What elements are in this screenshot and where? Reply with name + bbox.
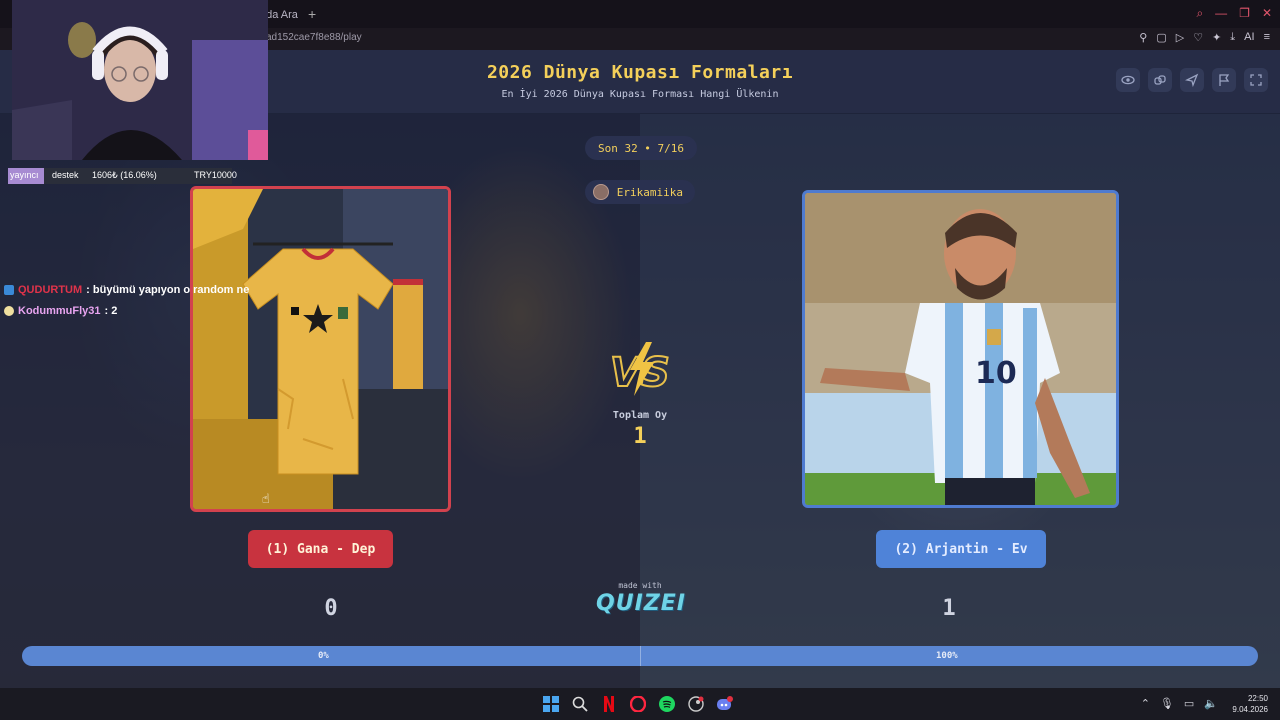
donation-goal-bar: yayıncı destek 1606₺ (16.06%) TRY10000	[8, 168, 237, 184]
option-card-left[interactable]	[190, 186, 451, 512]
snapshot-icon[interactable]: ▢	[1156, 31, 1166, 44]
flag-icon	[1219, 74, 1230, 86]
link-icon	[1154, 75, 1166, 85]
chevron-up-icon[interactable]: ⌃	[1141, 697, 1150, 710]
close-icon[interactable]: ✕	[1262, 6, 1272, 21]
chat-text: : 2	[104, 304, 118, 317]
chat-text: : büyümü yapıyon o random ne	[86, 283, 250, 296]
clock-time: 22:50	[1247, 694, 1268, 703]
vote-button-right[interactable]: (2) Arjantin - Ev	[876, 530, 1046, 568]
fullscreen-button[interactable]	[1244, 68, 1268, 92]
brand-logo[interactable]: QUIZEI	[586, 591, 696, 616]
browser-toolbar: ⚲ ▢ ▷ ♡ ✦ ⤓ AI ≡	[1139, 31, 1270, 44]
clock-date: 9.04.2026	[1232, 705, 1268, 714]
new-tab-button[interactable]: +	[308, 6, 316, 22]
chat-message: QUDURTUM : büyümü yapıyon o random ne	[4, 279, 249, 300]
discord-icon[interactable]	[716, 695, 734, 713]
progress-divider	[640, 646, 641, 666]
chat-overlay: QUDURTUM : büyümü yapıyon o random ne Ko…	[4, 279, 249, 321]
option-card-right[interactable]: 10	[802, 190, 1119, 508]
system-clock[interactable]: 22:50 9.04.2026	[1232, 693, 1268, 715]
share-button[interactable]	[1180, 68, 1204, 92]
chat-username: QUDURTUM	[18, 283, 83, 296]
opera-icon[interactable]	[629, 695, 647, 713]
total-votes-label: Toplam Oy	[612, 410, 668, 421]
send-icon	[1185, 73, 1199, 87]
platform-icon	[4, 305, 14, 316]
percent-left: 0%	[318, 651, 329, 661]
maximize-icon[interactable]: ❐	[1239, 6, 1250, 21]
vote-count-left: 0	[324, 596, 338, 621]
argentina-player-photo: 10	[805, 193, 1116, 505]
view-button[interactable]	[1116, 68, 1140, 92]
svg-text:10: 10	[975, 356, 1017, 391]
netflix-icon[interactable]	[600, 695, 618, 713]
donation-goal: TRY10000	[194, 170, 237, 180]
donation-label-a: yayıncı	[10, 170, 39, 180]
download-icon[interactable]: ⤓	[1230, 31, 1235, 44]
browser-tab-title[interactable]: 'da Ara	[264, 9, 298, 21]
webcam-overlay	[12, 0, 268, 160]
spotify-icon[interactable]	[658, 695, 676, 713]
ai-button[interactable]: AI	[1244, 31, 1254, 44]
total-votes-value: 1	[633, 424, 647, 449]
url-field[interactable]: ad152cae7f8e88/play	[266, 32, 362, 43]
taskbar: ⌃ 🎙 ▭ 🔈 22:50 9.04.2026	[0, 688, 1280, 720]
volume-icon[interactable]: 🔈	[1204, 697, 1218, 710]
webcam-feed	[12, 0, 268, 160]
pin-icon[interactable]: ⚲	[1139, 31, 1147, 44]
display-icon[interactable]: ▭	[1184, 697, 1194, 710]
chat-username: KodummuFly31	[18, 304, 101, 317]
mouse-cursor-icon: ☝	[262, 492, 270, 507]
avatar	[593, 184, 609, 200]
steam-icon[interactable]	[687, 695, 705, 713]
play-icon[interactable]: ▷	[1176, 31, 1184, 44]
eye-icon	[1121, 75, 1135, 85]
system-tray: ⌃ 🎙 ▭ 🔈	[1141, 697, 1218, 710]
round-indicator: Son 32 • 7/16	[585, 136, 697, 160]
creator-badge[interactable]: Erikamiika	[585, 180, 695, 204]
menu-icon[interactable]: ≡	[1264, 31, 1270, 44]
vote-progress-bar: 0% 100%	[22, 646, 1258, 666]
window-controls: ⌕ — ❐ ✕	[1196, 6, 1272, 21]
vote-count-right: 1	[942, 596, 956, 621]
fullscreen-icon	[1250, 74, 1262, 86]
percent-right: 100%	[936, 651, 958, 661]
header-actions	[1116, 68, 1268, 92]
microphone-icon[interactable]: 🎙	[1160, 697, 1174, 710]
search-icon[interactable]	[571, 695, 589, 713]
creator-name: Erikamiika	[616, 185, 683, 199]
vs-icon: VS	[609, 342, 671, 397]
heart-icon[interactable]: ♡	[1193, 31, 1203, 44]
minimize-icon[interactable]: —	[1215, 6, 1227, 21]
report-button[interactable]	[1212, 68, 1236, 92]
copy-link-button[interactable]	[1148, 68, 1172, 92]
donation-label-b: destek	[52, 170, 79, 180]
vote-button-left[interactable]: (1) Gana - Dep	[248, 530, 393, 568]
ghana-jersey-photo	[193, 189, 448, 509]
taskbar-apps	[542, 695, 734, 713]
made-with-label: made with	[618, 581, 662, 590]
chat-message: KodummuFly31 : 2	[4, 300, 249, 321]
platform-icon	[4, 284, 14, 295]
windows-icon[interactable]	[542, 695, 560, 713]
extensions-icon[interactable]: ✦	[1212, 31, 1221, 44]
search-icon[interactable]: ⌕	[1196, 6, 1203, 21]
donation-amount: 1606₺ (16.06%)	[92, 170, 157, 180]
